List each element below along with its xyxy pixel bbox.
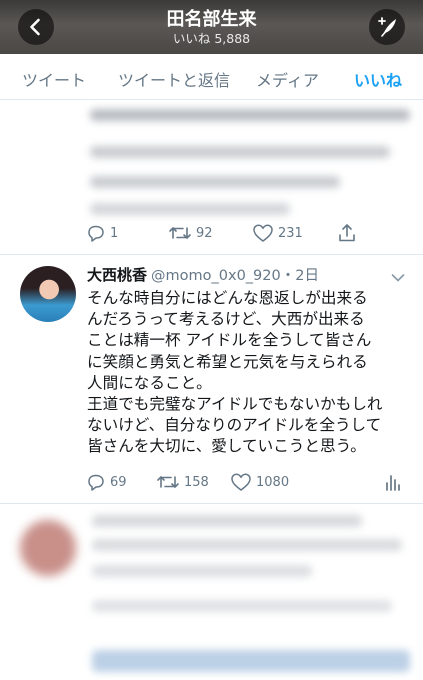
tweet-text-line: そんな時自分にはどんな恩返しが出来る (87, 289, 368, 307)
author-handle[interactable]: @momo_0x0_920 (151, 268, 281, 284)
compose-icon (378, 17, 396, 37)
retweet-count: 92 (196, 225, 213, 241)
reply-count: 1 (110, 225, 119, 241)
tweet-text-line: ことは精一杯 アイドルを全うして皆さん (87, 331, 372, 350)
tab-likes[interactable]: いいね (354, 67, 402, 91)
tab-tweets[interactable]: ツイート (22, 67, 86, 91)
tweet-text-line: に笑顔と勇気と希望と元気を与えられる (87, 352, 368, 371)
likes-count: いいね 5,888 (172, 31, 251, 46)
prev-tweet-actions: 1 92 231 (0, 220, 423, 246)
blurred-tweet-content (0, 101, 423, 221)
blurred-tweet-content (0, 505, 423, 680)
share-button[interactable] (337, 222, 361, 244)
tweet-text-line: 王道でも完璧なアイドルでもないかもしれ (87, 395, 383, 414)
chevron-down-icon (391, 274, 405, 282)
tweet-menu-button[interactable] (391, 268, 405, 287)
compose-button[interactable] (369, 9, 405, 45)
profile-header: 田名部生来 いいね 5,888 (0, 0, 423, 54)
tweet-text-line: んだろうって考えるけど、大西が出来る (87, 310, 365, 329)
retweet-button[interactable]: 158 (156, 471, 209, 493)
analytics-button[interactable] (384, 471, 406, 493)
reply-icon (88, 225, 104, 242)
like-icon (253, 224, 273, 242)
like-count: 1080 (256, 474, 290, 490)
like-count: 231 (278, 225, 303, 241)
retweet-icon (157, 476, 179, 488)
retweet-count: 158 (184, 474, 209, 490)
retweet-icon (169, 227, 191, 239)
analytics-icon (386, 475, 400, 491)
tweet-text-line: ないけど、自分なりのアイドルを全うして (87, 416, 382, 435)
tweet-text: そんな時自分にはどんな恩返しが出来る んだろうって考えるけど、大西が出来る こと… (87, 288, 407, 458)
like-button[interactable]: 1080 (230, 471, 289, 493)
like-button[interactable]: 231 (252, 222, 303, 244)
like-icon (231, 473, 251, 491)
profile-tabs: ツイート ツイートと返信 メディア いいね (0, 54, 423, 100)
retweet-button[interactable]: 92 (168, 222, 213, 244)
tab-media[interactable]: メディア (256, 67, 319, 91)
tab-tweets-and-replies[interactable]: ツイートと返信 (118, 67, 230, 91)
reply-button[interactable]: 1 (86, 222, 118, 244)
share-icon (339, 224, 355, 242)
tweet-text-line: 人間になること。 (87, 373, 212, 392)
tweet-author-line: 大西桃香 @momo_0x0_920・2日 (87, 264, 319, 285)
reply-button[interactable]: 69 (86, 471, 127, 493)
tweet-actions: 69 158 1080 (0, 469, 423, 495)
tweet-divider (0, 254, 423, 255)
tweet-divider (0, 503, 423, 504)
reply-count: 69 (110, 474, 127, 490)
tweet-text-line: 皆さんを大切に、愛していこうと思う。 (87, 437, 366, 456)
author-display-name[interactable]: 大西桃香 (87, 266, 147, 284)
reply-icon (88, 474, 104, 491)
avatar[interactable] (20, 266, 76, 322)
tweet-time: ・2日 (280, 268, 319, 284)
